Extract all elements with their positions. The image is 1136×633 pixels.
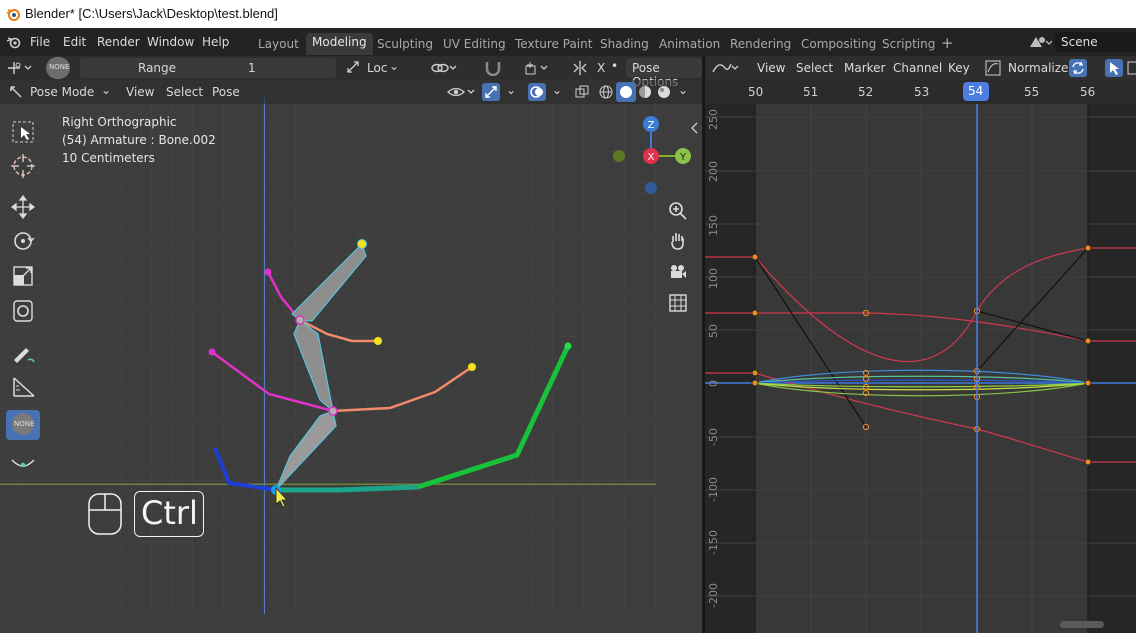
tab-rendering[interactable]: Rendering [730, 37, 791, 51]
graph-editor-type-icon[interactable] [711, 60, 741, 76]
only-selected-icon[interactable] [1105, 59, 1123, 77]
armature[interactable] [0, 56, 702, 633]
graph-editor-header: View Select Marker Channel Key Normalize [705, 56, 1136, 80]
bone-chain-blue[interactable] [213, 447, 277, 492]
ctrl-key-hint: Ctrl [134, 491, 204, 537]
top-menu-bar: File Edit Render Window Help Layout Mode… [0, 28, 1136, 56]
window-title: Blender* [C:\Users\Jack\Desktop\test.ble… [25, 6, 278, 21]
mouse-hint-icon [88, 493, 122, 535]
value-label: 0 [707, 380, 720, 387]
bone-octahedral-upper[interactable] [291, 242, 367, 322]
blender-logo-icon [6, 9, 20, 21]
value-label: -50 [707, 428, 720, 446]
frame-number: 56 [1080, 85, 1096, 99]
bone-octahedral-lower[interactable] [275, 410, 337, 491]
tab-shading[interactable]: Shading [600, 37, 649, 51]
bone-tip[interactable] [208, 348, 216, 356]
bone-tip[interactable] [374, 337, 382, 345]
tab-sculpting[interactable]: Sculpting [377, 37, 433, 51]
horizontal-scrollbar[interactable] [1060, 621, 1104, 628]
value-label: -150 [707, 530, 720, 555]
tab-scripting[interactable]: Scripting [882, 37, 935, 51]
value-label: -100 [707, 477, 720, 502]
frame-number: 51 [803, 85, 819, 99]
value-label: 50 [707, 324, 720, 338]
menu-help[interactable]: Help [202, 35, 229, 49]
bone-chain-teal[interactable] [276, 484, 419, 493]
tab-layout[interactable]: Layout [258, 37, 299, 51]
frame-number: 53 [914, 85, 930, 99]
tab-animation[interactable]: Animation [659, 37, 720, 51]
bone-tip[interactable] [564, 342, 572, 350]
menu-window[interactable]: Window [147, 35, 194, 49]
value-label: -200 [707, 583, 720, 608]
tab-compositing[interactable]: Compositing [801, 37, 876, 51]
value-label: 250 [707, 109, 720, 130]
bone-joint[interactable] [295, 315, 305, 325]
blender-menu-icon[interactable] [6, 35, 22, 49]
tab-uv-editing[interactable]: UV Editing [443, 37, 506, 51]
normalize-toggle[interactable]: Normalize [1008, 61, 1068, 75]
frame-number: 52 [858, 85, 874, 99]
menu-edit[interactable]: Edit [63, 35, 86, 49]
window-title-bar: Blender* [C:\Users\Jack\Desktop\test.ble… [0, 0, 1136, 28]
frame-number: 50 [748, 85, 764, 99]
bone-tip[interactable] [264, 268, 272, 276]
frame-number: 55 [1024, 85, 1040, 99]
bone-chain-orange-lower[interactable] [332, 365, 473, 413]
scene-name-field[interactable]: Scene [1055, 32, 1136, 52]
menu-file[interactable]: File [30, 35, 50, 49]
value-label: 100 [707, 268, 720, 289]
tab-texture-paint[interactable]: Texture Paint [515, 37, 592, 51]
bone-tip[interactable] [468, 363, 476, 371]
add-workspace-button[interactable]: + [941, 34, 954, 52]
filter-icon[interactable] [1127, 60, 1136, 76]
scene-selector-icon[interactable] [1028, 34, 1052, 50]
tab-modeling[interactable]: Modeling [306, 33, 373, 55]
bone-chain-green[interactable] [417, 344, 571, 490]
graph-menu-marker[interactable]: Marker [844, 61, 885, 75]
graph-editor[interactable]: View Select Marker Channel Key Normalize [703, 56, 1136, 633]
value-label: 200 [707, 161, 720, 182]
normalize-icon[interactable] [985, 60, 1001, 76]
3d-viewport[interactable]: NONE Range 1 Loc ⌄ X • Pose Options [0, 56, 702, 633]
graph-menu-view[interactable]: View [757, 61, 785, 75]
menu-render[interactable]: Render [97, 35, 140, 49]
bone-tip[interactable] [357, 239, 367, 249]
scene-name: Scene [1061, 35, 1098, 49]
graph-menu-channel[interactable]: Channel [893, 61, 942, 75]
auto-normalize-icon[interactable] [1069, 59, 1087, 77]
current-frame-indicator[interactable]: 54 [963, 82, 989, 101]
graph-area[interactable] [705, 104, 1136, 633]
graph-menu-key[interactable]: Key [948, 61, 970, 75]
value-label: 150 [707, 215, 720, 236]
graph-menu-select[interactable]: Select [796, 61, 833, 75]
bone-joint[interactable] [328, 406, 338, 416]
